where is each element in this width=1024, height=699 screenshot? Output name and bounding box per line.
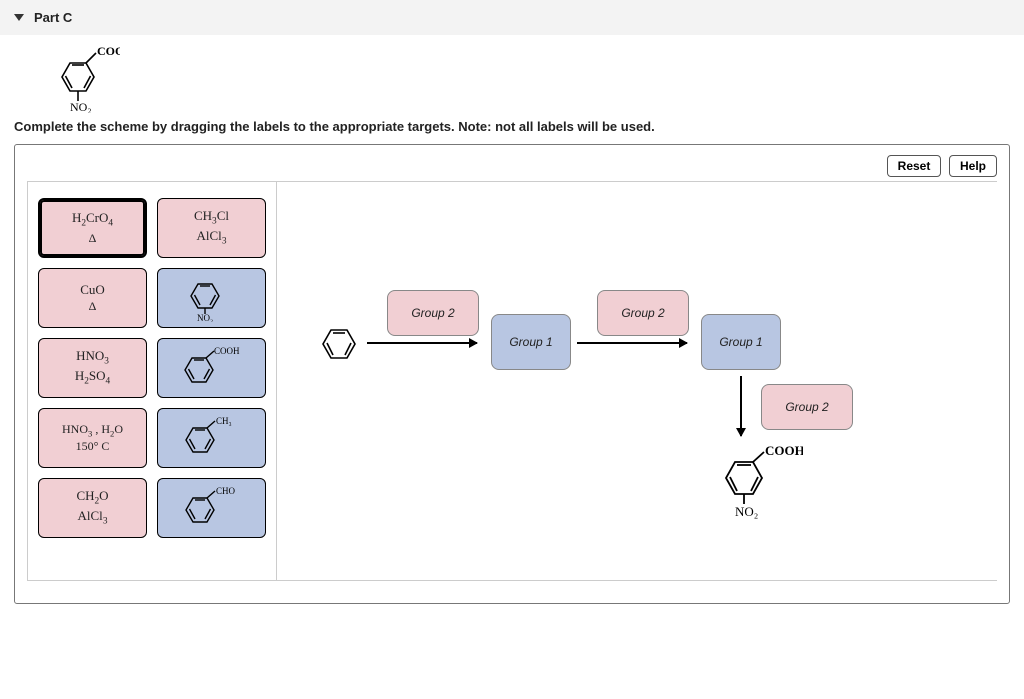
instruction-text: Complete the scheme by dragging the labe… xyxy=(14,119,1010,134)
svg-text:CH₃: CH₃ xyxy=(216,416,232,426)
label-benzoic-acid[interactable]: COOH xyxy=(157,338,266,398)
label-cuo[interactable]: CuO Δ xyxy=(38,268,147,328)
label-ch3cl-alcl3[interactable]: CH3Cl AlCl3 xyxy=(157,198,266,258)
work-panel: Reset Help H2CrO4 Δ CH3Cl AlCl3 CuO Δ xyxy=(14,144,1010,604)
label-hno3-h2so4[interactable]: HNO3 H2SO4 xyxy=(38,338,147,398)
target-arrow1-reagent[interactable]: Group 2 xyxy=(387,290,479,336)
label-hno3-h2o-150[interactable]: HNO3 , H2O 150° C xyxy=(38,408,147,468)
part-title: Part C xyxy=(34,10,72,25)
scheme-canvas: Group 2 Group 1 Group 2 Group 1 Group 2 xyxy=(277,182,997,580)
product-molecule: COOH NO₂ xyxy=(713,442,803,525)
part-header[interactable]: Part C xyxy=(0,0,1024,35)
label-palette: H2CrO4 Δ CH3Cl AlCl3 CuO Δ xyxy=(27,182,277,580)
label-nitrobenzene[interactable]: NO₂ xyxy=(157,268,266,328)
svg-text:CHO: CHO xyxy=(216,486,236,496)
target-intermediate-1[interactable]: Group 1 xyxy=(491,314,571,370)
svg-text:NO₂: NO₂ xyxy=(735,504,758,519)
caret-down-icon xyxy=(14,14,24,21)
label-benzaldehyde[interactable]: CHO xyxy=(157,478,266,538)
reset-button[interactable]: Reset xyxy=(887,155,942,177)
prompt-molecule: COOH NO₂ xyxy=(50,45,1024,113)
start-benzene xyxy=(317,322,361,369)
arrow-1 xyxy=(367,342,477,344)
arrow-2 xyxy=(577,342,687,344)
arrow-3 xyxy=(740,376,742,436)
target-intermediate-2[interactable]: Group 1 xyxy=(701,314,781,370)
svg-text:NO₂: NO₂ xyxy=(70,100,92,113)
svg-text:COOH: COOH xyxy=(765,443,803,458)
svg-text:NO₂: NO₂ xyxy=(197,313,213,322)
label-toluene[interactable]: CH₃ xyxy=(157,408,266,468)
svg-text:COOH: COOH xyxy=(97,45,120,58)
label-ch2o-alcl3[interactable]: CH2O AlCl3 xyxy=(38,478,147,538)
target-arrow2-reagent[interactable]: Group 2 xyxy=(597,290,689,336)
target-arrow3-reagent[interactable]: Group 2 xyxy=(761,384,853,430)
svg-text:COOH: COOH xyxy=(214,346,240,356)
help-button[interactable]: Help xyxy=(949,155,997,177)
label-h2cro4[interactable]: H2CrO4 Δ xyxy=(38,198,147,258)
